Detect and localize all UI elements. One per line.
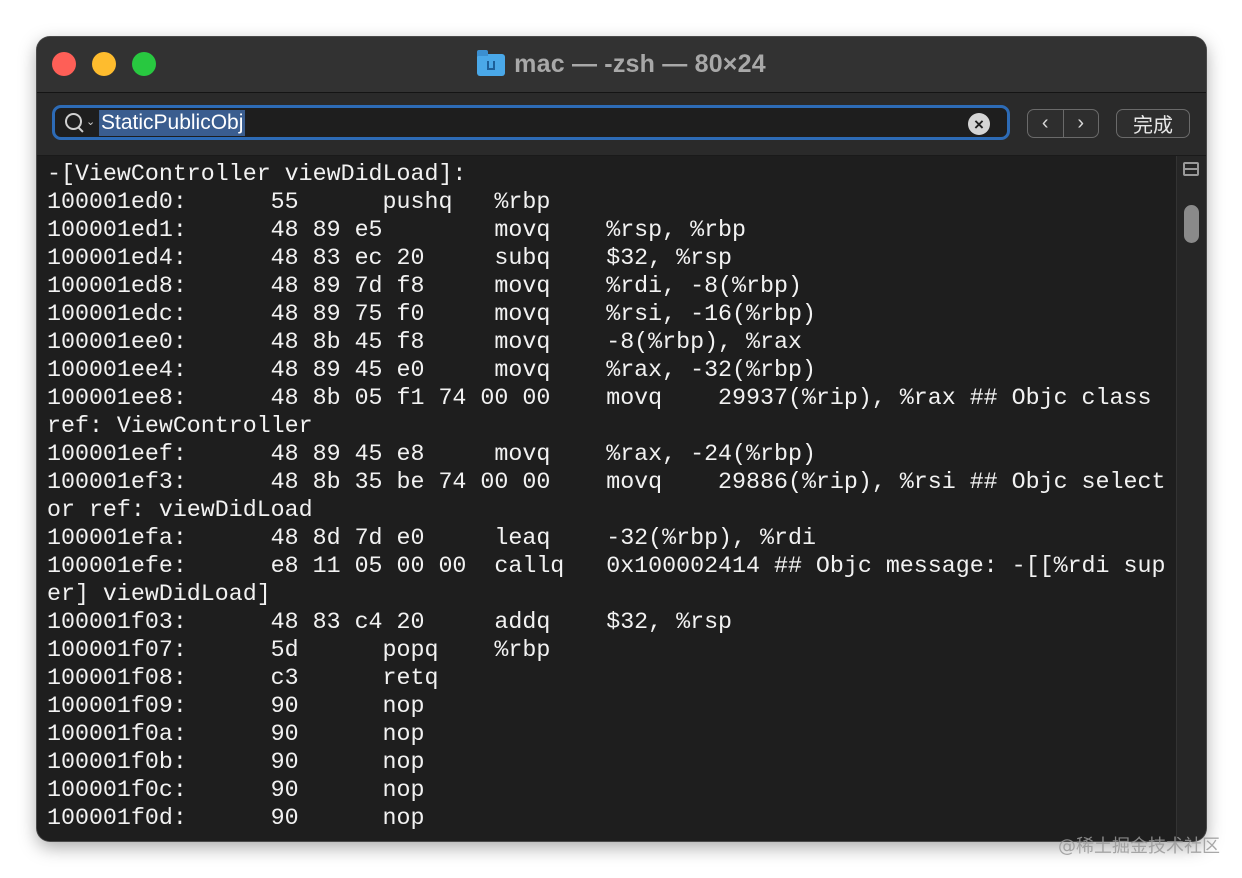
terminal-output[interactable]: -[ViewController viewDidLoad]: 100001ed0… <box>37 156 1176 841</box>
vertical-scrollbar[interactable] <box>1176 156 1206 841</box>
terminal-line: 100001f09: 90 nop <box>47 693 425 719</box>
terminal-line: 100001ef3: 48 8b 35 be 74 00 00 movq 298… <box>47 469 1166 495</box>
terminal-line: 100001ee4: 48 89 45 e0 movq %rax, -32(%r… <box>47 357 816 383</box>
watermark: @稀土掘金技术社区 <box>1058 836 1220 857</box>
terminal-line: -[ViewController viewDidLoad]: <box>47 161 467 187</box>
terminal-line: 100001ee8: 48 8b 05 f1 74 00 00 movq 299… <box>47 385 1152 411</box>
terminal-line: 100001f07: 5d popq %rbp <box>47 637 551 663</box>
terminal-line: 100001ed8: 48 89 7d f8 movq %rdi, -8(%rb… <box>47 273 802 299</box>
terminal-text: -[ViewController viewDidLoad]: 100001ed0… <box>37 156 1176 832</box>
terminal-line: 100001f0a: 90 nop <box>47 721 425 747</box>
terminal-line: 100001f0c: 90 nop <box>47 777 425 803</box>
terminal-line: 100001f0b: 90 nop <box>47 749 425 775</box>
terminal-line: 100001f08: c3 retq <box>47 665 439 691</box>
done-button[interactable]: 完成 <box>1116 109 1190 138</box>
terminal-line: 100001ed4: 48 83 ec 20 subq $32, %rsp <box>47 245 733 271</box>
search-field[interactable]: ⌄ StaticPublicObj × <box>52 105 1010 140</box>
terminal-line: 100001f03: 48 83 c4 20 addq $32, %rsp <box>47 609 733 635</box>
search-input[interactable]: StaticPublicObj <box>99 109 246 136</box>
terminal-line: er] viewDidLoad] <box>47 581 271 607</box>
terminal-window: mac — -zsh — 80×24 ⌄ StaticPublicObj × ‹… <box>37 37 1206 841</box>
title-bar[interactable]: mac — -zsh — 80×24 <box>37 37 1206 93</box>
terminal-line: 100001efe: e8 11 05 00 00 callq 0x100002… <box>47 553 1166 579</box>
terminal-line: 100001ed1: 48 89 e5 movq %rsp, %rbp <box>47 217 747 243</box>
terminal-line: 100001ed0: 55 pushq %rbp <box>47 189 551 215</box>
window-title-area: mac — -zsh — 80×24 <box>37 37 1206 92</box>
terminal-line: 100001efa: 48 8d 7d e0 leaq -32(%rbp), %… <box>47 525 816 551</box>
chevron-right-icon[interactable]: › <box>1064 110 1099 137</box>
terminal-line: or ref: viewDidLoad <box>47 497 313 523</box>
scroll-thumb[interactable] <box>1184 205 1199 243</box>
find-navigation: ‹ › <box>1027 109 1099 138</box>
terminal-line: 100001ee0: 48 8b 45 f8 movq -8(%rbp), %r… <box>47 329 802 355</box>
terminal-line: 100001edc: 48 89 75 f0 movq %rsi, -16(%r… <box>47 301 816 327</box>
home-folder-icon <box>477 49 506 76</box>
terminal-line: ref: ViewController <box>47 413 313 439</box>
terminal-line: 100001eef: 48 89 45 e8 movq %rax, -24(%r… <box>47 441 816 467</box>
chevron-left-icon[interactable]: ‹ <box>1028 110 1064 137</box>
split-pane-icon[interactable] <box>1183 162 1199 176</box>
window-title: mac — -zsh — 80×24 <box>514 50 766 78</box>
search-icon[interactable]: ⌄ <box>65 111 95 135</box>
find-bar: ⌄ StaticPublicObj × ‹ › 完成 <box>37 93 1206 156</box>
terminal-line: 100001f0d: 90 nop <box>47 805 425 831</box>
clear-icon[interactable]: × <box>968 113 990 135</box>
